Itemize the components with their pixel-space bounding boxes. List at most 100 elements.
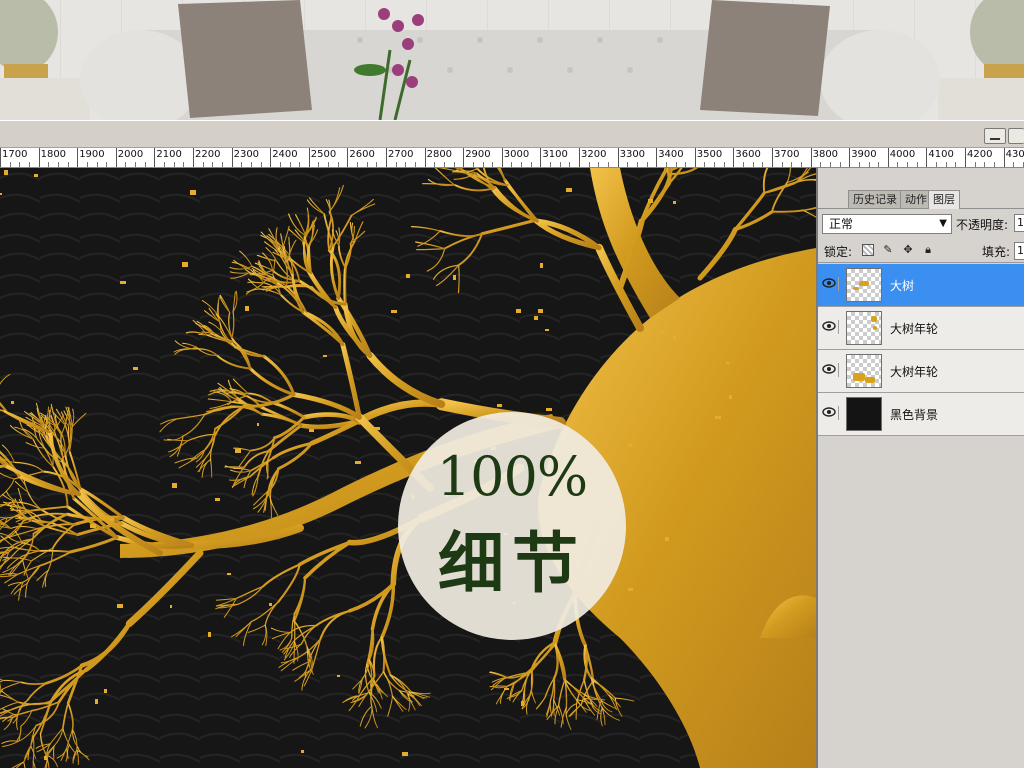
ruler-minor-tick xyxy=(279,162,281,167)
ruler-minor-tick xyxy=(241,162,243,167)
ruler-minor-tick xyxy=(96,162,98,167)
gold-speck xyxy=(673,201,676,204)
gold-speck xyxy=(628,444,632,447)
eye-icon[interactable] xyxy=(822,277,839,291)
lock-all-icon[interactable]: 🔒︎ xyxy=(922,244,934,256)
room-preview-photo xyxy=(0,0,1024,120)
ruler-label: 1900 xyxy=(79,149,105,160)
ruler-minor-tick xyxy=(337,162,339,167)
ruler-minor-tick xyxy=(318,162,320,167)
ruler-major-tick xyxy=(424,148,426,167)
layer-row[interactable]: 大树 xyxy=(818,264,1024,307)
gold-speck xyxy=(104,689,107,693)
lock-transparent-icon[interactable] xyxy=(862,244,874,256)
ruler-minor-tick xyxy=(183,162,185,167)
gold-speck xyxy=(90,524,96,528)
tab-layers[interactable]: 图层 xyxy=(928,190,960,209)
gold-speck xyxy=(665,537,669,541)
ruler-minor-tick xyxy=(665,162,667,167)
ruler-label: 2200 xyxy=(195,149,221,160)
tree-branch xyxy=(38,549,73,553)
ruler-minor-tick xyxy=(414,162,416,167)
layer-row[interactable]: 大树年轮 xyxy=(818,350,1024,393)
ruler-label: 2900 xyxy=(465,149,491,160)
ruler-minor-tick xyxy=(521,162,523,167)
lock-move-icon[interactable]: ✥ xyxy=(902,244,914,256)
ruler-label: 3000 xyxy=(503,149,530,160)
ruler-minor-tick xyxy=(492,162,494,167)
gold-speck xyxy=(355,461,361,464)
ruler-major-tick xyxy=(270,148,272,167)
fill-label: 填充: xyxy=(982,245,1011,259)
ruler-minor-tick xyxy=(550,162,552,167)
ruler-minor-tick xyxy=(299,162,301,167)
ruler-minor-tick xyxy=(86,162,88,167)
gold-speck xyxy=(190,190,196,195)
gold-speck xyxy=(11,401,14,404)
gold-speck xyxy=(374,427,380,430)
ruler-minor-tick xyxy=(781,162,783,167)
ruler-minor-tick xyxy=(607,162,609,167)
ruler-minor-tick xyxy=(357,162,359,167)
ruler-label: 4000 xyxy=(889,149,916,160)
ruler-minor-tick xyxy=(106,162,108,167)
gold-speck xyxy=(726,362,729,364)
ruler-minor-tick xyxy=(945,162,947,167)
ruler-minor-tick xyxy=(936,162,938,167)
gold-speck xyxy=(172,483,177,488)
ruler-major-tick xyxy=(849,148,851,167)
gold-speck xyxy=(182,262,188,267)
ruler-major-tick xyxy=(1003,148,1005,167)
ruler-label: 3300 xyxy=(619,149,646,160)
ruler-label: 3200 xyxy=(581,149,607,160)
gold-speck xyxy=(402,752,408,756)
ruler-minor-tick xyxy=(57,162,59,167)
eye-icon[interactable] xyxy=(822,363,839,377)
ruler-minor-tick xyxy=(752,162,754,167)
ruler-minor-tick xyxy=(144,162,146,167)
eye-icon[interactable] xyxy=(822,406,839,420)
ruler-label: 2000 xyxy=(117,149,144,160)
ruler-major-tick xyxy=(540,148,542,167)
minimize-icon[interactable] xyxy=(984,128,1006,144)
gold-speck xyxy=(227,573,231,575)
ruler-minor-tick xyxy=(714,162,716,167)
gold-speck xyxy=(391,310,397,313)
blend-row: 正常 ▼ 不透明度: 1 xyxy=(818,212,1024,236)
ruler-label: 2500 xyxy=(310,149,337,160)
tab-history[interactable]: 历史记录 xyxy=(848,190,902,208)
ruler-minor-tick xyxy=(395,162,397,167)
opacity-field[interactable]: 1 xyxy=(1014,214,1024,232)
lock-label: 锁定: xyxy=(824,245,853,259)
sofa-scene-illustration xyxy=(0,0,1024,120)
restore-icon[interactable] xyxy=(1008,128,1024,144)
document-canvas[interactable]: 100% 细节 xyxy=(0,168,816,768)
fill-field[interactable]: 1 xyxy=(1014,242,1024,260)
ruler-major-tick xyxy=(115,148,117,167)
ruler-minor-tick xyxy=(627,162,629,167)
ruler-major-tick xyxy=(0,148,1,167)
gold-speck xyxy=(729,395,732,399)
layer-row[interactable]: 大树年轮 xyxy=(818,307,1024,350)
gold-speck xyxy=(658,331,664,334)
ruler-label: 3800 xyxy=(812,149,839,160)
detail-badge: 100% 细节 xyxy=(398,412,626,640)
gold-speck xyxy=(215,498,220,501)
eye-icon[interactable] xyxy=(822,320,839,334)
gold-speck xyxy=(628,588,633,591)
ruler-minor-tick xyxy=(916,162,918,167)
ruler-minor-tick xyxy=(482,162,484,167)
ruler-major-tick xyxy=(579,148,580,167)
ruler-major-tick xyxy=(231,148,233,167)
ruler-major-tick xyxy=(887,148,889,167)
gold-speck xyxy=(516,309,521,313)
chevron-down-icon: ▼ xyxy=(939,218,947,229)
ruler-minor-tick xyxy=(839,162,841,167)
ruler-minor-tick xyxy=(704,162,706,167)
blend-mode-select[interactable]: 正常 ▼ xyxy=(822,214,952,234)
layer-row[interactable]: 黑色背景 xyxy=(818,393,1024,436)
lock-paint-icon[interactable]: ✎ xyxy=(882,244,894,256)
ruler-minor-tick xyxy=(791,162,793,167)
ruler-minor-tick xyxy=(993,162,995,167)
gold-speck xyxy=(245,306,249,311)
